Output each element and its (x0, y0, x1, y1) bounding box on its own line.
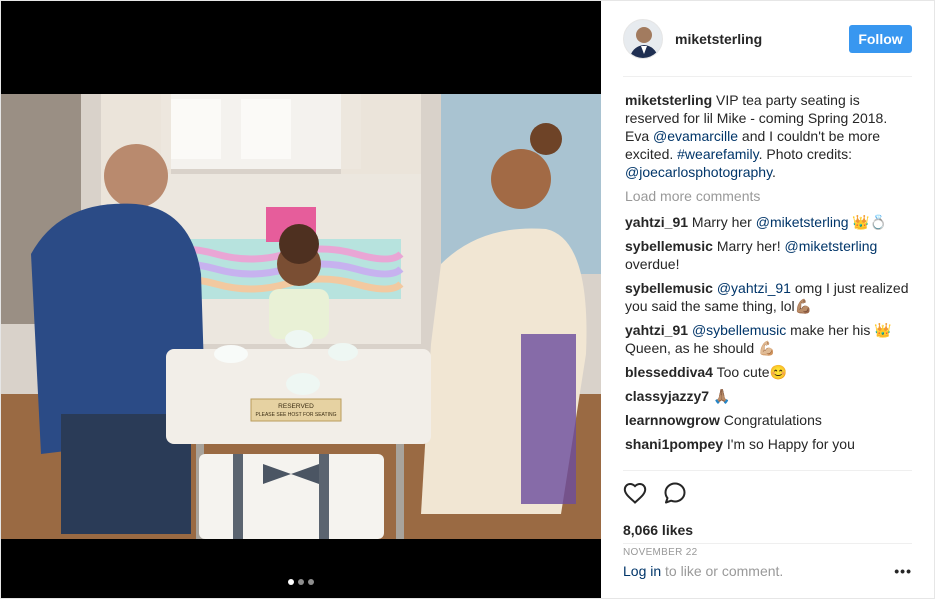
like-count[interactable]: 8,066 likes (623, 522, 912, 538)
login-link[interactable]: Log in (623, 563, 661, 579)
avatar-image (624, 19, 662, 58)
comment: yahtzi_91 Marry her @miketsterling 👑💍 (625, 213, 910, 231)
photo-illustration: RESERVED PLEASE SEE HOST FOR SEATING (1, 94, 601, 539)
carousel-dot (298, 579, 304, 585)
comment-username[interactable]: sybellemusic (625, 280, 713, 296)
comment: sybellemusic @yahtzi_91 omg I just reali… (625, 279, 910, 315)
post-actions: 8,066 likes NOVEMBER 22 Log in to like o… (623, 470, 912, 598)
post-media: RESERVED PLEASE SEE HOST FOR SEATING (1, 1, 601, 598)
comment-text: 👑💍 (848, 214, 888, 230)
sign-line-1: RESERVED (278, 403, 314, 410)
caption-text: . Photo credits: (758, 146, 852, 162)
carousel-dot (308, 579, 314, 585)
follow-button[interactable]: Follow (849, 24, 912, 53)
comment-mention[interactable]: @miketsterling (785, 238, 878, 254)
login-prompt: Log in to like or comment. (623, 563, 892, 579)
comment-text: 🙏🏽 (709, 388, 731, 404)
post-header: miketsterling Follow (623, 1, 912, 77)
comment-mention[interactable]: @sybellemusic (692, 322, 786, 338)
post-sidebar: miketsterling Follow miketsterling VIP t… (601, 1, 934, 598)
more-options-icon[interactable]: ••• (892, 563, 912, 579)
comment-icon[interactable] (663, 481, 687, 508)
comment-text: Marry her! (712, 238, 785, 254)
login-prompt-text: to like or comment. (661, 563, 784, 579)
comment-username[interactable]: shani1pompey (625, 436, 723, 452)
comment-text: I'm so Happy for you (723, 436, 855, 452)
load-more-comments-button[interactable]: Load more comments (625, 187, 910, 205)
comment-text: Congratulations (719, 412, 822, 428)
post-photo[interactable]: RESERVED PLEASE SEE HOST FOR SEATING (1, 94, 601, 539)
comment: sybellemusic Marry her! @miketsterling o… (625, 237, 910, 273)
caption-text: . (772, 164, 776, 180)
comment: shani1pompey I'm so Happy for you (625, 435, 910, 453)
sign-line-2: PLEASE SEE HOST FOR SEATING (256, 412, 337, 418)
heart-icon[interactable] (623, 482, 647, 507)
comment-mention[interactable]: @yahtzi_91 (717, 280, 791, 296)
caption-hashtag[interactable]: #wearefamily (677, 146, 758, 162)
comment: classyjazzy7 🙏🏽 (625, 387, 910, 405)
comment: yahtzi_91 @sybellemusic make her his 👑 Q… (625, 321, 910, 357)
comment-username[interactable]: yahtzi_91 (625, 322, 688, 338)
comment-username[interactable]: classyjazzy7 (625, 388, 709, 404)
comment-text: Marry her (688, 214, 756, 230)
caption-mention[interactable]: @evamarcille (653, 128, 738, 144)
comment-username[interactable]: sybellemusic (625, 238, 713, 254)
comment-username[interactable]: blesseddiva4 (625, 364, 713, 380)
comment-footer: Log in to like or comment. ••• (623, 543, 912, 598)
comment: blesseddiva4 Too cute😊 (625, 363, 910, 381)
carousel-dot-active (288, 579, 294, 585)
header-username[interactable]: miketsterling (675, 31, 849, 47)
comment-text: overdue! (625, 256, 680, 272)
carousel-indicator (1, 579, 601, 585)
caption-mention[interactable]: @joecarlosphotography (625, 164, 772, 180)
comment: learnnowgrow Congratulations (625, 411, 910, 429)
comments-list: miketsterling VIP tea party seating is r… (601, 77, 934, 470)
instagram-post: RESERVED PLEASE SEE HOST FOR SEATING mik… (0, 0, 935, 599)
comment-mention[interactable]: @miketsterling (756, 214, 849, 230)
avatar[interactable] (623, 18, 663, 59)
caption-username[interactable]: miketsterling (625, 92, 712, 108)
comment-username[interactable]: yahtzi_91 (625, 214, 688, 230)
comment-username[interactable]: learnnowgrow (625, 412, 720, 428)
comment-text: Too cute😊 (712, 364, 787, 380)
post-caption: miketsterling VIP tea party seating is r… (625, 91, 910, 181)
action-icons (623, 482, 912, 506)
